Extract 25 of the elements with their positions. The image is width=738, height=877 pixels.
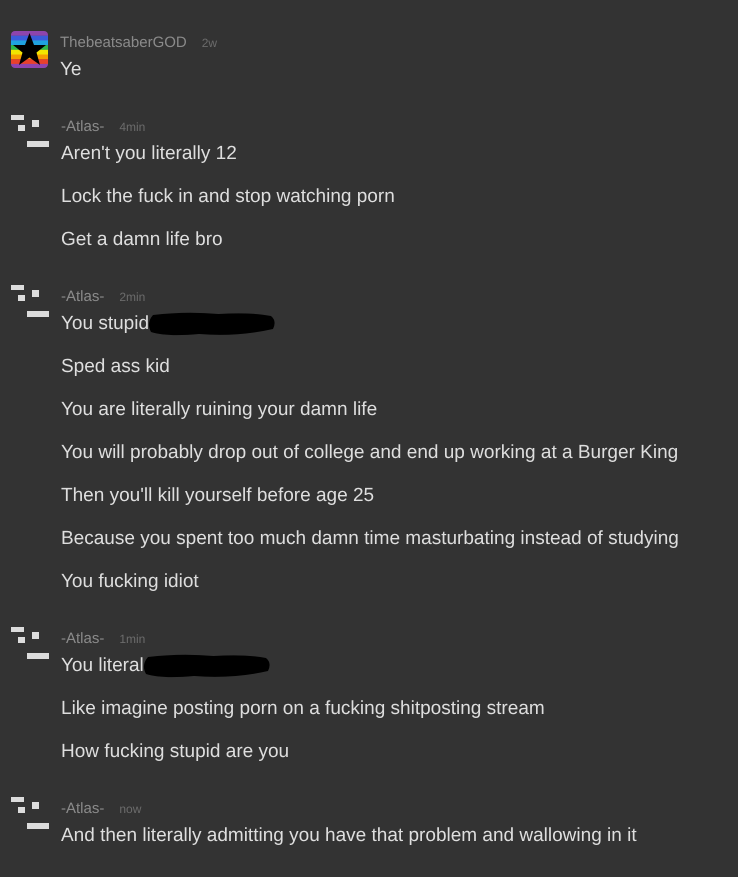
message-time: now bbox=[119, 802, 142, 816]
author-name[interactable]: -Atlas- bbox=[61, 630, 104, 647]
message-time: 2w bbox=[202, 36, 218, 50]
message-text: And then literally admitting you have that problem and wallowing in it bbox=[61, 825, 637, 847]
message-time: 2min bbox=[119, 290, 146, 304]
message-text: Because you spent too much damn time masturbating instead of studying bbox=[61, 528, 679, 550]
message-text: How fucking stupid are you bbox=[61, 741, 290, 763]
author-name[interactable]: -Atlas- bbox=[61, 800, 104, 817]
message-text: Sped ass kid bbox=[61, 356, 170, 378]
message-text: Lock the fuck in and stop watching porn bbox=[61, 186, 395, 208]
message-text: You are literally ruining your damn life bbox=[61, 399, 378, 421]
author-name[interactable]: -Atlas- bbox=[61, 288, 104, 305]
message-text: You literal bbox=[61, 655, 144, 677]
message-text: You will probably drop out of college and end up working at a Burger King bbox=[61, 442, 678, 464]
message-text: Get a damn life bro bbox=[61, 229, 223, 251]
message-text: Then you'll kill yourself before age 25 bbox=[61, 485, 374, 507]
author-name[interactable]: -Atlas- bbox=[61, 118, 104, 135]
message-text: You stupid bbox=[61, 313, 150, 335]
message-text: Ye bbox=[60, 59, 82, 81]
message-text: Like imagine posting porn on a fucking shitposting stream bbox=[61, 698, 545, 720]
message-time: 1min bbox=[119, 632, 146, 646]
message-text: Aren't you literally 12 bbox=[61, 143, 237, 165]
message-time: 4min bbox=[119, 120, 146, 134]
author-name[interactable]: ThebeatsaberGOD bbox=[60, 34, 187, 51]
message-text: You fucking idiot bbox=[61, 571, 199, 593]
